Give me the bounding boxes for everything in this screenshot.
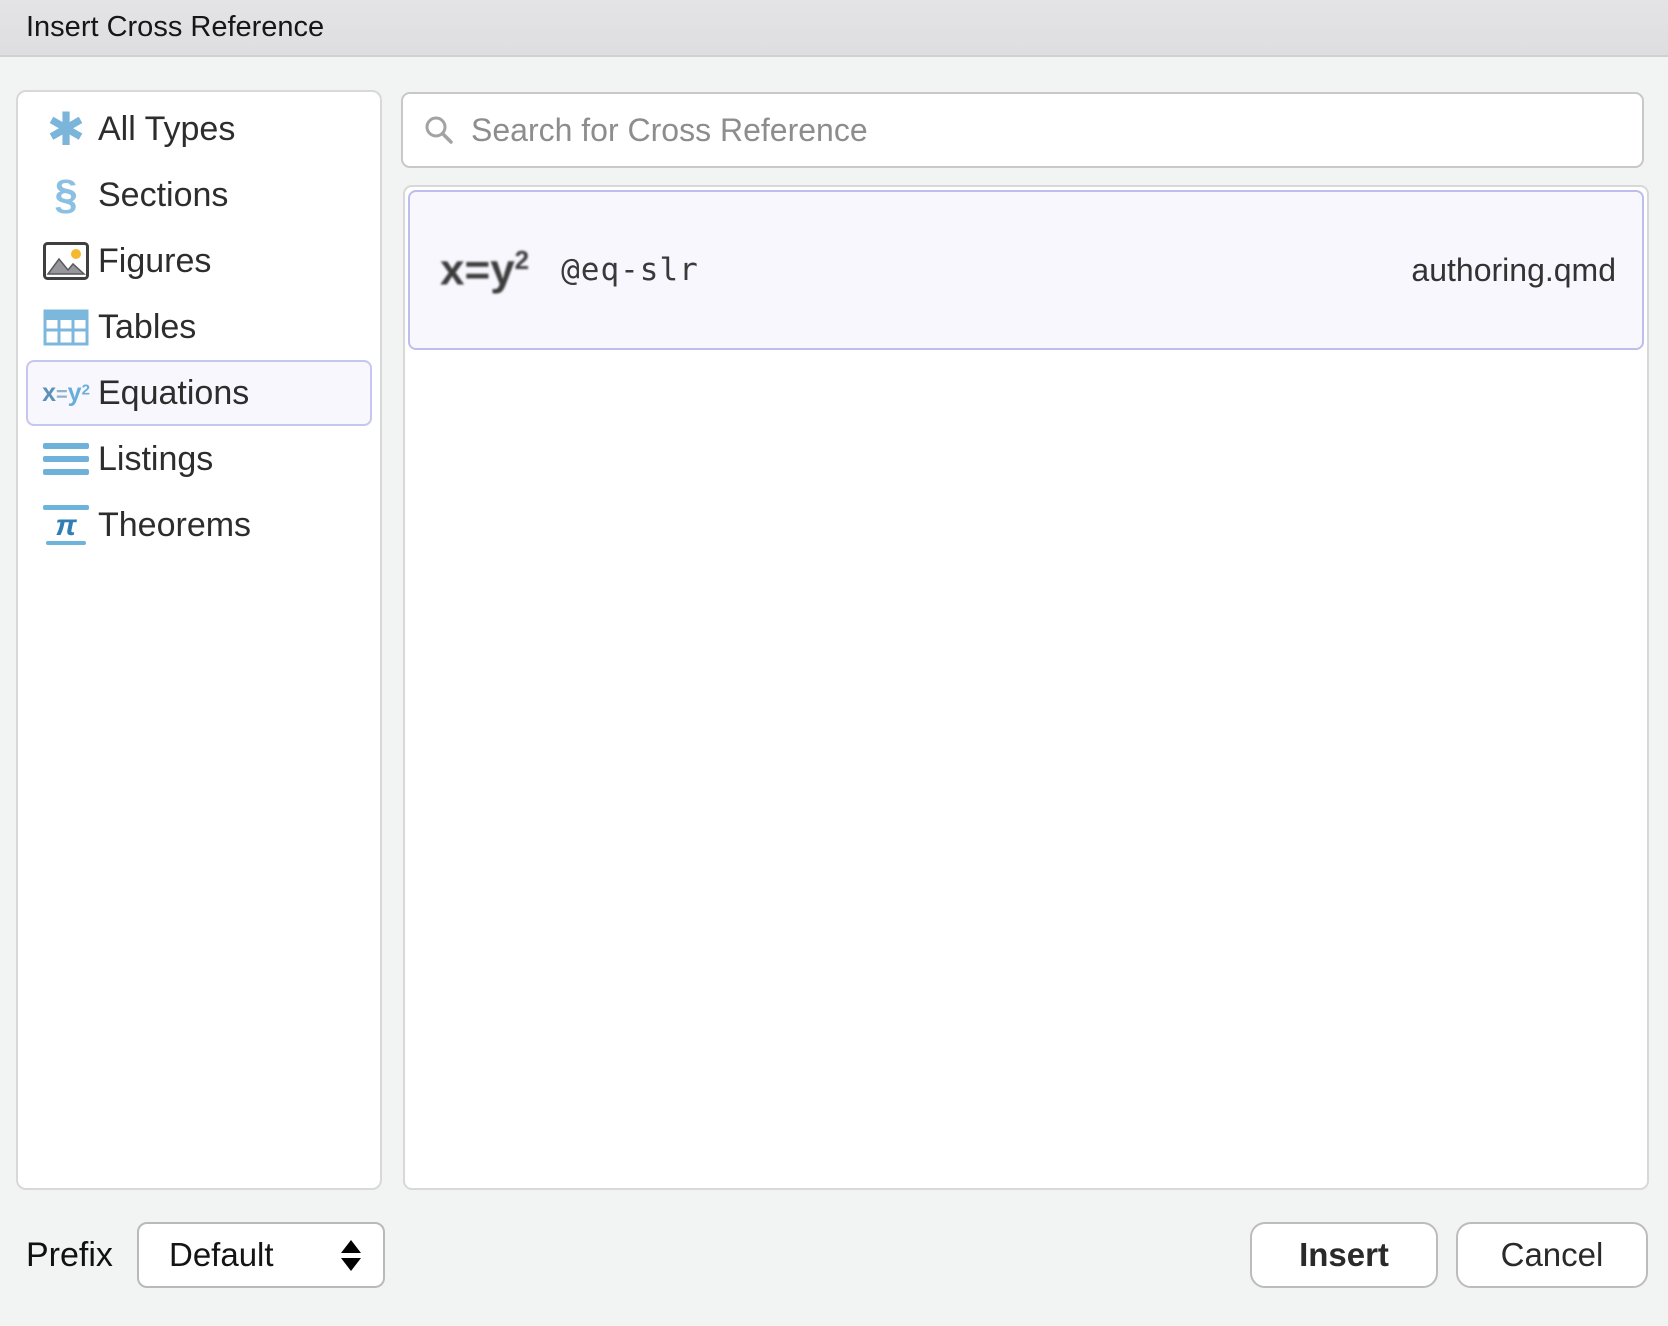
equation-icon: x=y2	[40, 381, 92, 406]
cancel-button[interactable]: Cancel	[1456, 1222, 1648, 1288]
prefix-label: Prefix	[26, 1222, 113, 1288]
search-icon	[423, 114, 455, 146]
sidebar-item-listings[interactable]: Listings	[26, 426, 372, 492]
reference-id: @eq-slr	[561, 252, 699, 288]
insert-cross-reference-dialog: Insert Cross Reference ✱ All Types § Sec…	[0, 0, 1668, 1326]
asterisk-icon: ✱	[40, 106, 92, 152]
theorem-icon: π	[40, 505, 92, 546]
dialog-titlebar: Insert Cross Reference	[0, 0, 1668, 57]
sidebar-item-label: Figures	[98, 242, 211, 281]
sidebar-item-label: Equations	[98, 374, 249, 413]
equation-icon: x=y2	[440, 247, 529, 293]
prefix-select-value: Default	[169, 1236, 274, 1274]
sidebar-item-label: All Types	[98, 110, 235, 149]
figure-icon	[40, 242, 92, 280]
select-arrows-icon	[341, 1240, 361, 1271]
sidebar-item-theorems[interactable]: π Theorems	[26, 492, 372, 558]
sidebar-item-label: Listings	[98, 440, 213, 479]
sidebar-item-all-types[interactable]: ✱ All Types	[26, 96, 372, 162]
sidebar-item-sections[interactable]: § Sections	[26, 162, 372, 228]
prefix-select[interactable]: Default	[137, 1222, 385, 1288]
insert-button[interactable]: Insert	[1250, 1222, 1438, 1288]
sidebar-item-tables[interactable]: Tables	[26, 294, 372, 360]
search-input[interactable]	[471, 112, 1622, 149]
cross-reference-result-row[interactable]: x=y2 @eq-slr authoring.qmd	[408, 190, 1644, 350]
sidebar-item-equations[interactable]: x=y2 Equations	[26, 360, 372, 426]
reference-file: authoring.qmd	[1411, 252, 1616, 289]
sidebar-item-label: Sections	[98, 176, 228, 215]
sidebar-item-label: Theorems	[98, 506, 251, 545]
section-icon: §	[40, 174, 92, 216]
type-filter-sidebar: ✱ All Types § Sections Figures	[16, 90, 382, 1190]
results-panel: x=y2 @eq-slr authoring.qmd	[403, 185, 1649, 1190]
listing-icon	[40, 443, 92, 475]
table-icon	[40, 308, 92, 346]
sidebar-item-label: Tables	[98, 308, 196, 347]
search-box	[401, 92, 1644, 168]
dialog-title: Insert Cross Reference	[0, 0, 324, 55]
sidebar-item-figures[interactable]: Figures	[26, 228, 372, 294]
